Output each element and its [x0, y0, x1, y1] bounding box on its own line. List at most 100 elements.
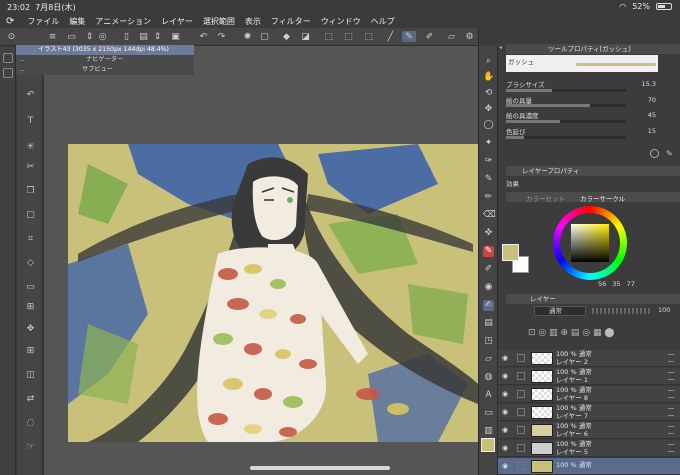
layer-lock-checkbox[interactable]: [517, 408, 525, 416]
document-icon[interactable]: ▭: [66, 31, 77, 42]
ruler-tool-icon[interactable]: ▭: [483, 408, 494, 419]
layer-drag-handle[interactable]: [668, 354, 674, 362]
correction-tool-icon[interactable]: ▥: [483, 426, 494, 437]
save-icon[interactable]: ▣: [170, 31, 181, 42]
visibility-eye-icon[interactable]: ◉: [502, 444, 512, 452]
saturation-value-square[interactable]: [571, 224, 609, 262]
shape-icon[interactable]: ◇: [25, 258, 36, 269]
ruler-icon[interactable]: ╱: [385, 31, 396, 42]
fill-tool-icon[interactable]: ◉: [483, 282, 494, 293]
hand-icon[interactable]: ☞: [25, 442, 36, 453]
visibility-eye-icon[interactable]: ◉: [502, 462, 512, 470]
eraser-icon[interactable]: ◌: [25, 418, 36, 429]
brush-size-slider[interactable]: [506, 89, 626, 92]
menu-edit[interactable]: 編集: [64, 16, 90, 27]
deselect-icon[interactable]: ⬚: [323, 31, 334, 42]
layer-action-icons[interactable]: ⊡ ◎ ▥ ⊕ ▤ ◎ ▦ ⬤: [528, 328, 614, 338]
gradient-tool-icon[interactable]: ▤: [483, 318, 494, 329]
hand-tool-icon[interactable]: ✋: [483, 72, 494, 83]
layer-lock-checkbox[interactable]: [517, 462, 525, 470]
move-tool-icon[interactable]: ✥: [483, 104, 494, 115]
document-item-active[interactable]: イラスト43 (3035 x 2150px 144dpi 48.4%): [16, 45, 194, 55]
color-circle-tab[interactable]: カラーサークル: [580, 193, 625, 203]
flip-icon[interactable]: ⇄: [25, 394, 36, 405]
scissors-icon[interactable]: ✂: [25, 162, 36, 173]
layer-lock-checkbox[interactable]: [517, 354, 525, 362]
chevron-updown-icon[interactable]: ⇕: [84, 31, 95, 42]
view-icon[interactable]: ◎: [97, 31, 108, 42]
sparkle-icon[interactable]: ✳: [25, 142, 36, 153]
brush-tool-icon-2[interactable]: ✍: [483, 300, 494, 311]
menu-layer[interactable]: レイヤー: [156, 16, 198, 27]
eyedropper-tool-icon[interactable]: ✑: [483, 156, 494, 167]
app-logo-icon[interactable]: ⟳: [0, 16, 22, 27]
layer-row-2[interactable]: ◉ 100 % 通常 レイヤー 1: [498, 368, 680, 385]
pencil-tool-icon[interactable]: ✏: [483, 192, 494, 203]
loading-spinner-icon[interactable]: ✺: [242, 31, 253, 42]
layer-row-5[interactable]: ◉ 100 % 通常 レイヤー 6: [498, 422, 680, 439]
reset-icon[interactable]: [650, 149, 659, 158]
clear-icon[interactable]: ▢: [259, 31, 270, 42]
visibility-eye-icon[interactable]: ◉: [502, 354, 512, 362]
text-tool-icon[interactable]: A: [483, 390, 494, 401]
wrench-icon[interactable]: ✎: [666, 149, 675, 158]
rotate-tool-icon[interactable]: ⟲: [483, 88, 494, 99]
artwork-canvas[interactable]: [68, 144, 478, 442]
hue-ring[interactable]: [553, 206, 627, 280]
pen-tool-icon-2[interactable]: ✎: [483, 174, 494, 185]
open-file-icon[interactable]: ▤: [138, 31, 149, 42]
layer-drag-handle[interactable]: [668, 408, 674, 416]
paint-density-slider[interactable]: [506, 120, 626, 123]
settings-icon[interactable]: ⚙: [464, 31, 475, 42]
chevron-updown-icon-2[interactable]: ⇕: [152, 31, 163, 42]
layer-row-7-selected[interactable]: ◉ 100 % 通常: [498, 458, 680, 475]
color-stretch-slider[interactable]: [506, 136, 626, 139]
layer-row-3[interactable]: ◉ 100 % 通常 レイヤー 8: [498, 386, 680, 403]
figure-tool-icon[interactable]: ◳: [483, 336, 494, 347]
menu-file[interactable]: ファイル: [22, 16, 64, 27]
visibility-eye-icon[interactable]: ◉: [502, 390, 512, 398]
balloon-tool-icon[interactable]: ◍: [483, 372, 494, 383]
frame-tool-icon[interactable]: ▱: [483, 354, 494, 365]
main-color-swatch[interactable]: [502, 244, 519, 261]
menu-window[interactable]: ウィンドウ: [316, 16, 366, 27]
pen-tool-icon[interactable]: ✎: [402, 31, 416, 42]
navigator-item[interactable]: ... ナビゲーター: [16, 55, 194, 65]
quick-access-icon[interactable]: ⊙: [6, 31, 17, 42]
brush-tool-icon[interactable]: ✐: [424, 31, 435, 42]
crop-icon-left[interactable]: ⌗: [25, 234, 36, 245]
layer-lock-checkbox[interactable]: [517, 390, 525, 398]
crop-icon[interactable]: ⬚: [343, 31, 354, 42]
fill-icon[interactable]: ◆: [281, 31, 292, 42]
main-color-swatch-small[interactable]: [481, 438, 495, 452]
paint-amount-slider[interactable]: [506, 104, 626, 107]
layer-drag-handle[interactable]: [668, 390, 674, 398]
copy-icon[interactable]: ❐: [25, 186, 36, 197]
panel-collapse-icon[interactable]: ◂: [499, 44, 505, 54]
layer-drag-handle[interactable]: [668, 426, 674, 434]
layer-icon[interactable]: ◫: [25, 370, 36, 381]
subview-item[interactable]: ... サブビュー: [16, 65, 194, 75]
subview-dock-icon[interactable]: [3, 68, 13, 78]
transform-icon[interactable]: ◪: [300, 31, 311, 42]
opacity-slider[interactable]: [592, 308, 652, 314]
undo-icon[interactable]: ↶: [198, 31, 209, 42]
layer-drag-handle[interactable]: [668, 444, 674, 452]
hamburger-menu-icon[interactable]: ≡: [47, 31, 58, 42]
layer-property-tab[interactable]: レイヤープロパティ: [506, 166, 680, 176]
menu-help[interactable]: ヘルプ: [366, 16, 400, 27]
redo-icon[interactable]: ↷: [216, 31, 227, 42]
decoration-tool-icon[interactable]: ✎: [483, 246, 494, 257]
layer-row-6[interactable]: ◉ 100 % 通常 レイヤー 5: [498, 440, 680, 457]
visibility-eye-icon[interactable]: ◉: [502, 408, 512, 416]
menu-animation[interactable]: アニメーション: [90, 16, 156, 27]
airbrush-tool-icon[interactable]: ✜: [483, 228, 494, 239]
grid-icon[interactable]: ⊞: [25, 346, 36, 357]
paste-icon[interactable]: ▢: [25, 210, 36, 221]
layer-lock-checkbox[interactable]: [517, 426, 525, 434]
zoom-tool-icon[interactable]: ⌕: [483, 56, 494, 67]
layer-tab[interactable]: レイヤー: [506, 294, 680, 304]
magic-wand-tool-icon[interactable]: ✦: [483, 138, 494, 149]
frame-icon[interactable]: ▭: [25, 282, 36, 293]
visibility-eye-icon[interactable]: ◉: [502, 372, 512, 380]
